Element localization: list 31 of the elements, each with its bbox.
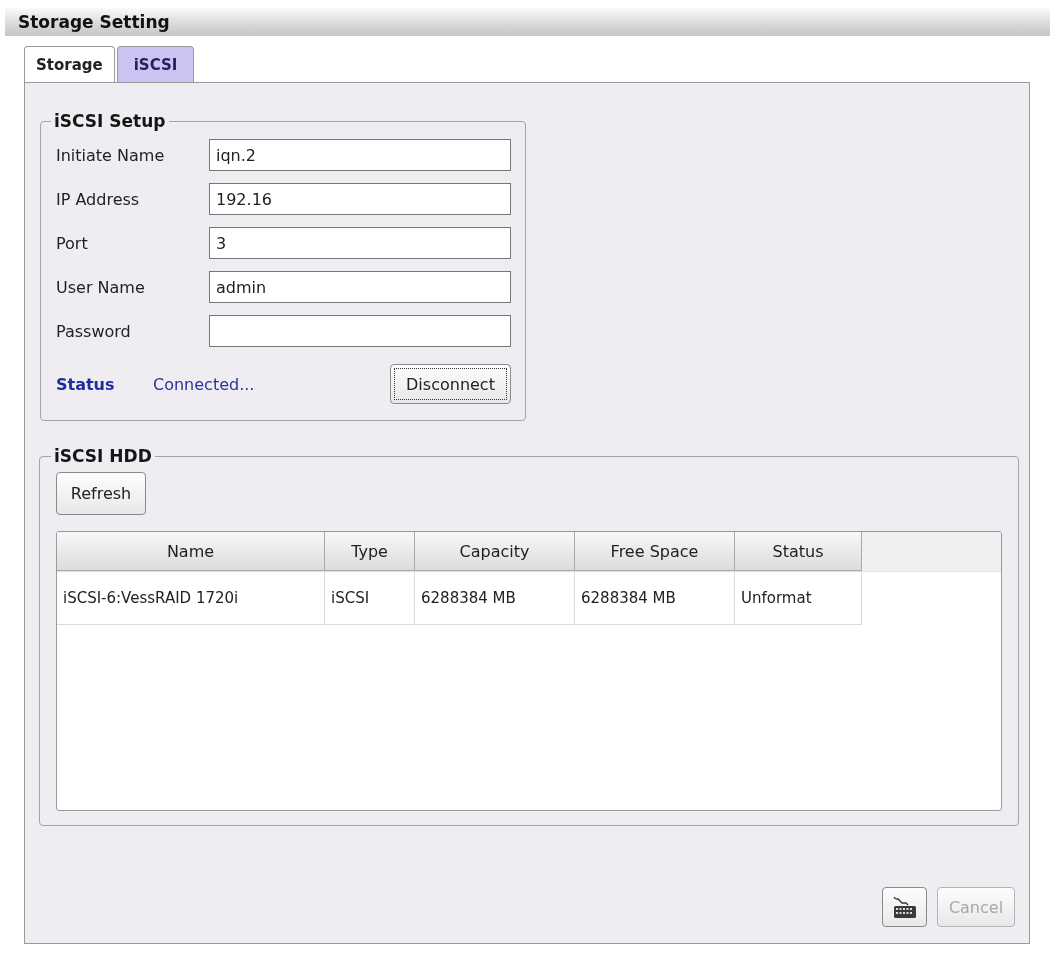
field-label: IP Address xyxy=(56,189,141,209)
table-cell: 6288384 MB xyxy=(575,572,735,625)
group-title: iSCSI Setup xyxy=(53,111,167,131)
table-cell: iSCSI-6:VessRAID 1720i xyxy=(57,572,325,625)
field-label: Port xyxy=(56,233,89,253)
window-title: Storage Setting xyxy=(18,12,170,32)
status-text: Connected... xyxy=(153,374,255,394)
keyboard-button[interactable] xyxy=(882,887,927,927)
table-cell: 6288384 MB xyxy=(415,572,575,625)
tab[interactable]: iSCSI xyxy=(116,46,195,82)
group-title: iSCSI HDD xyxy=(53,446,153,466)
field-label: User Name xyxy=(56,277,146,297)
keyboard-icon xyxy=(891,895,918,919)
column-header[interactable]: Status xyxy=(735,532,862,571)
input-field[interactable]: 192.16 xyxy=(209,183,511,215)
input-field[interactable]: 3 xyxy=(209,227,511,259)
column-header[interactable]: Name xyxy=(57,532,325,571)
tab[interactable]: Storage xyxy=(24,46,115,82)
status-label: Status xyxy=(56,374,116,394)
refresh-button[interactable]: Refresh xyxy=(56,472,146,515)
field-label: Password xyxy=(56,321,132,341)
disconnect-button[interactable]: Disconnect xyxy=(390,364,511,404)
table-cell: Unformat xyxy=(735,572,862,625)
column-header[interactable]: Type xyxy=(325,532,415,571)
table-cell: iSCSI xyxy=(325,572,415,625)
column-header[interactable]: Free Space xyxy=(575,532,735,571)
input-field[interactable] xyxy=(209,315,511,347)
column-header[interactable]: Capacity xyxy=(415,532,575,571)
input-field[interactable]: iqn.2 xyxy=(209,139,511,171)
input-field[interactable]: admin xyxy=(209,271,511,303)
field-label: Initiate Name xyxy=(56,145,166,165)
